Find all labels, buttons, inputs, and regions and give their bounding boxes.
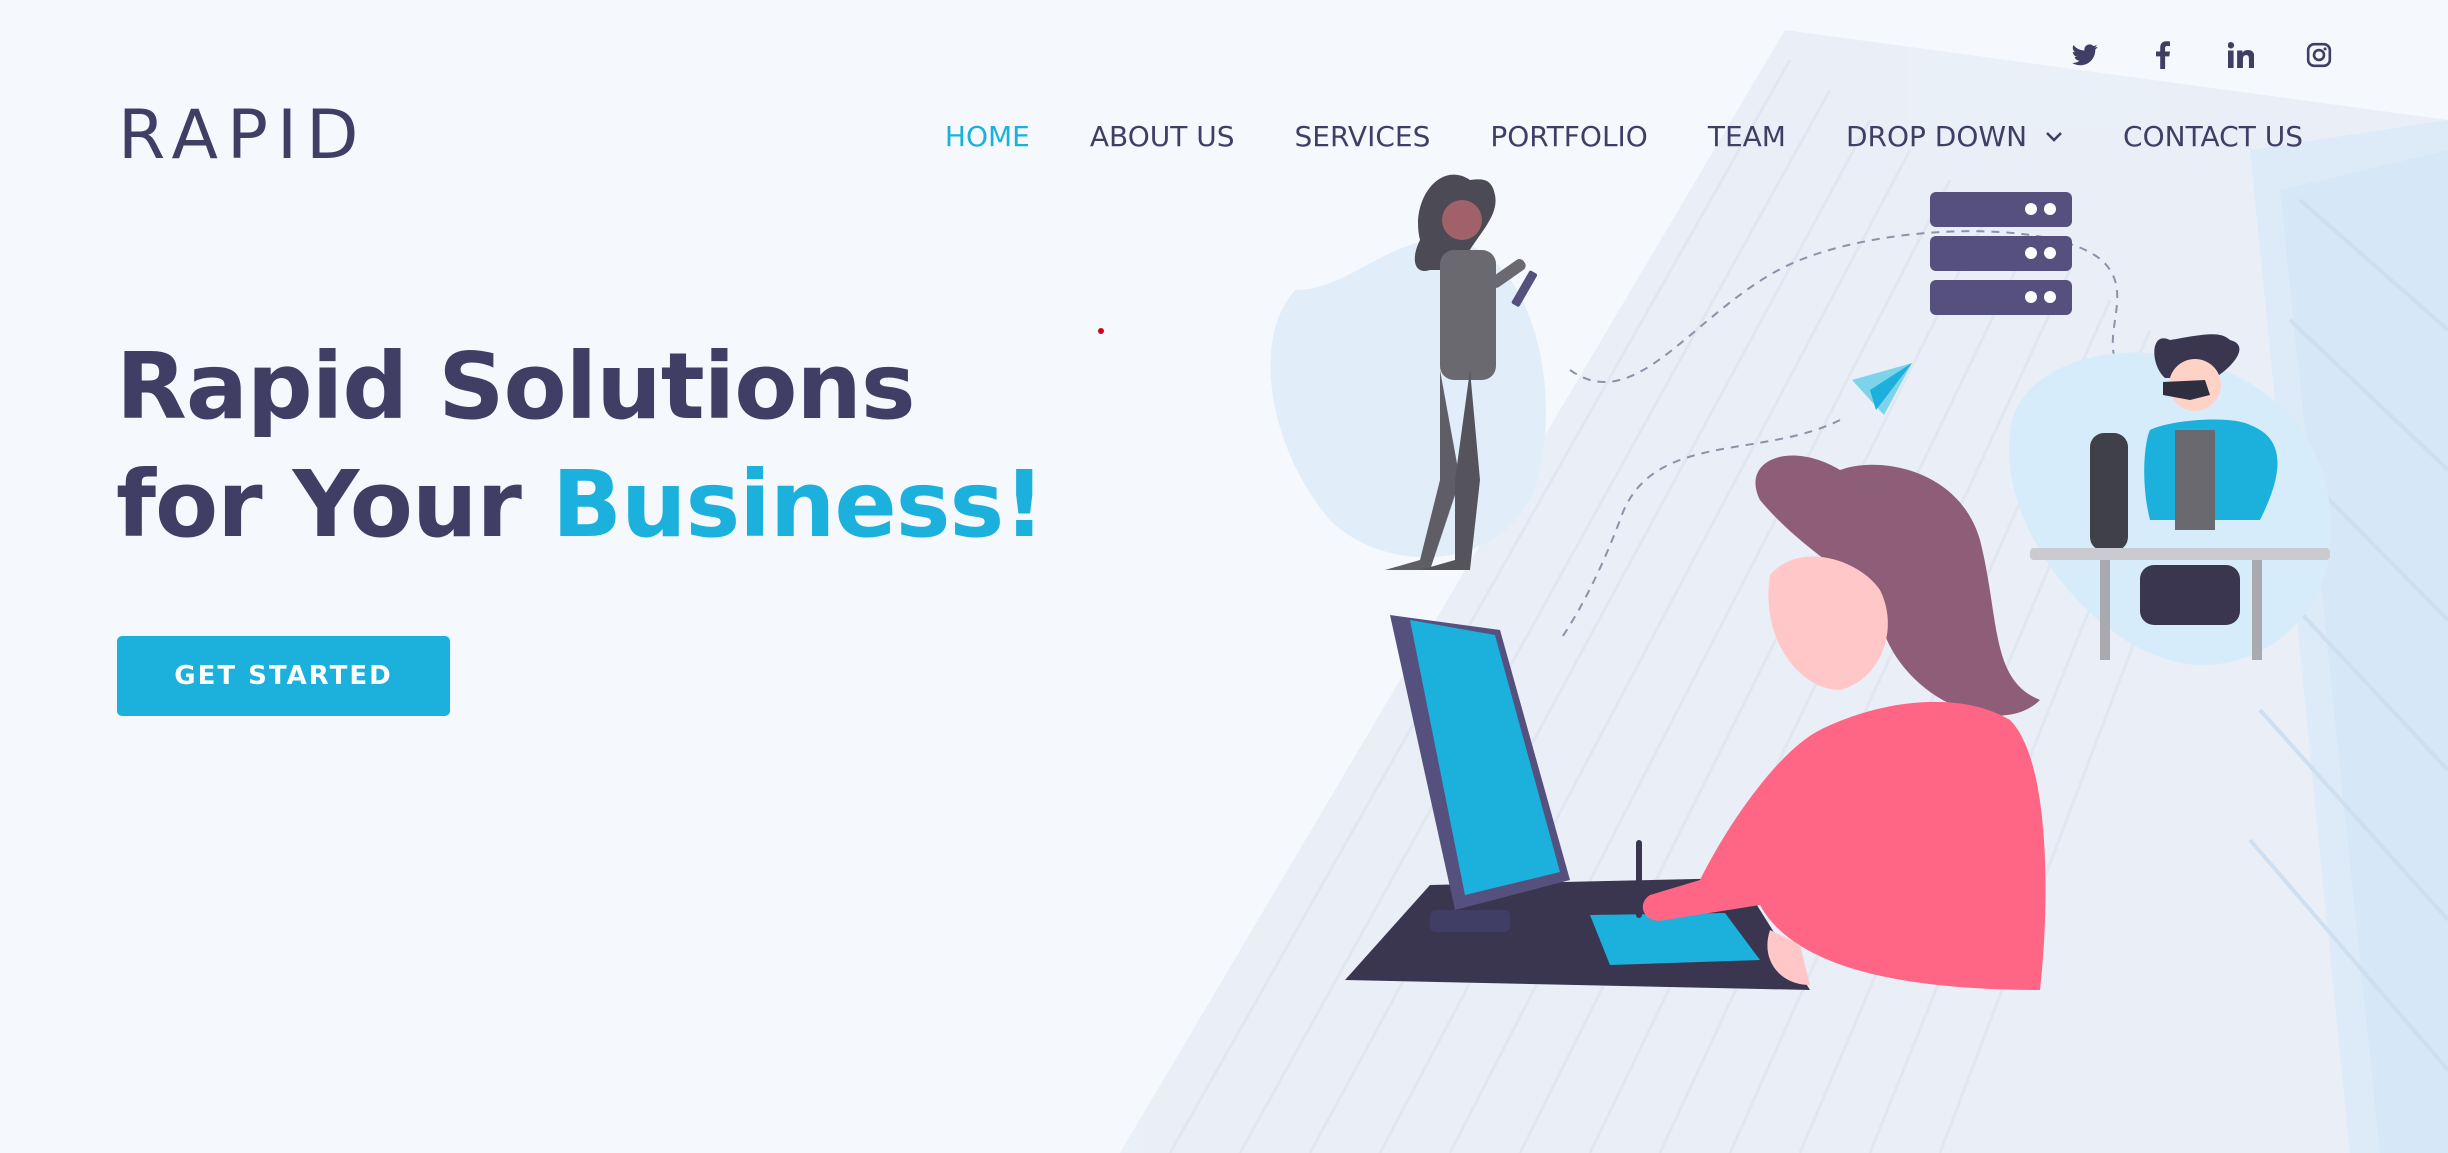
instagram-icon[interactable] — [2280, 38, 2358, 72]
woman-with-phone-figure — [1270, 174, 1546, 570]
nav-contact-us[interactable]: CONTACT US — [2123, 120, 2303, 153]
facebook-icon[interactable] — [2124, 38, 2202, 72]
nav-portfolio[interactable]: PORTFOLIO — [1490, 120, 1648, 153]
hero-heading-line1: Rapid Solutions — [116, 333, 916, 440]
nav-home[interactable]: HOME — [945, 120, 1030, 153]
nav-services[interactable]: SERVICES — [1295, 120, 1431, 153]
linkedin-icon[interactable] — [2202, 38, 2280, 72]
hero-heading-line2-prefix: for Your — [116, 451, 552, 558]
nav-about-us[interactable]: ABOUT US — [1090, 120, 1235, 153]
chevron-down-icon — [2045, 131, 2063, 143]
nav-drop-down-label: DROP DOWN — [1845, 120, 2028, 153]
hero-heading-accent: Business! — [551, 451, 1045, 558]
twitter-icon[interactable] — [2046, 38, 2124, 72]
brand-logo[interactable]: RAPID — [118, 96, 367, 175]
get-started-button[interactable]: GET STARTED — [117, 636, 450, 716]
social-links — [2046, 38, 2358, 72]
nav-team[interactable]: TEAM — [1708, 120, 1786, 153]
main-nav: HOME ABOUT US SERVICES PORTFOLIO TEAM DR… — [885, 120, 2303, 153]
nav-drop-down[interactable]: DROP DOWN — [1846, 120, 2063, 153]
server-icon — [1930, 192, 2072, 315]
hero-heading: Rapid Solutions for Your Business! — [116, 328, 1045, 564]
